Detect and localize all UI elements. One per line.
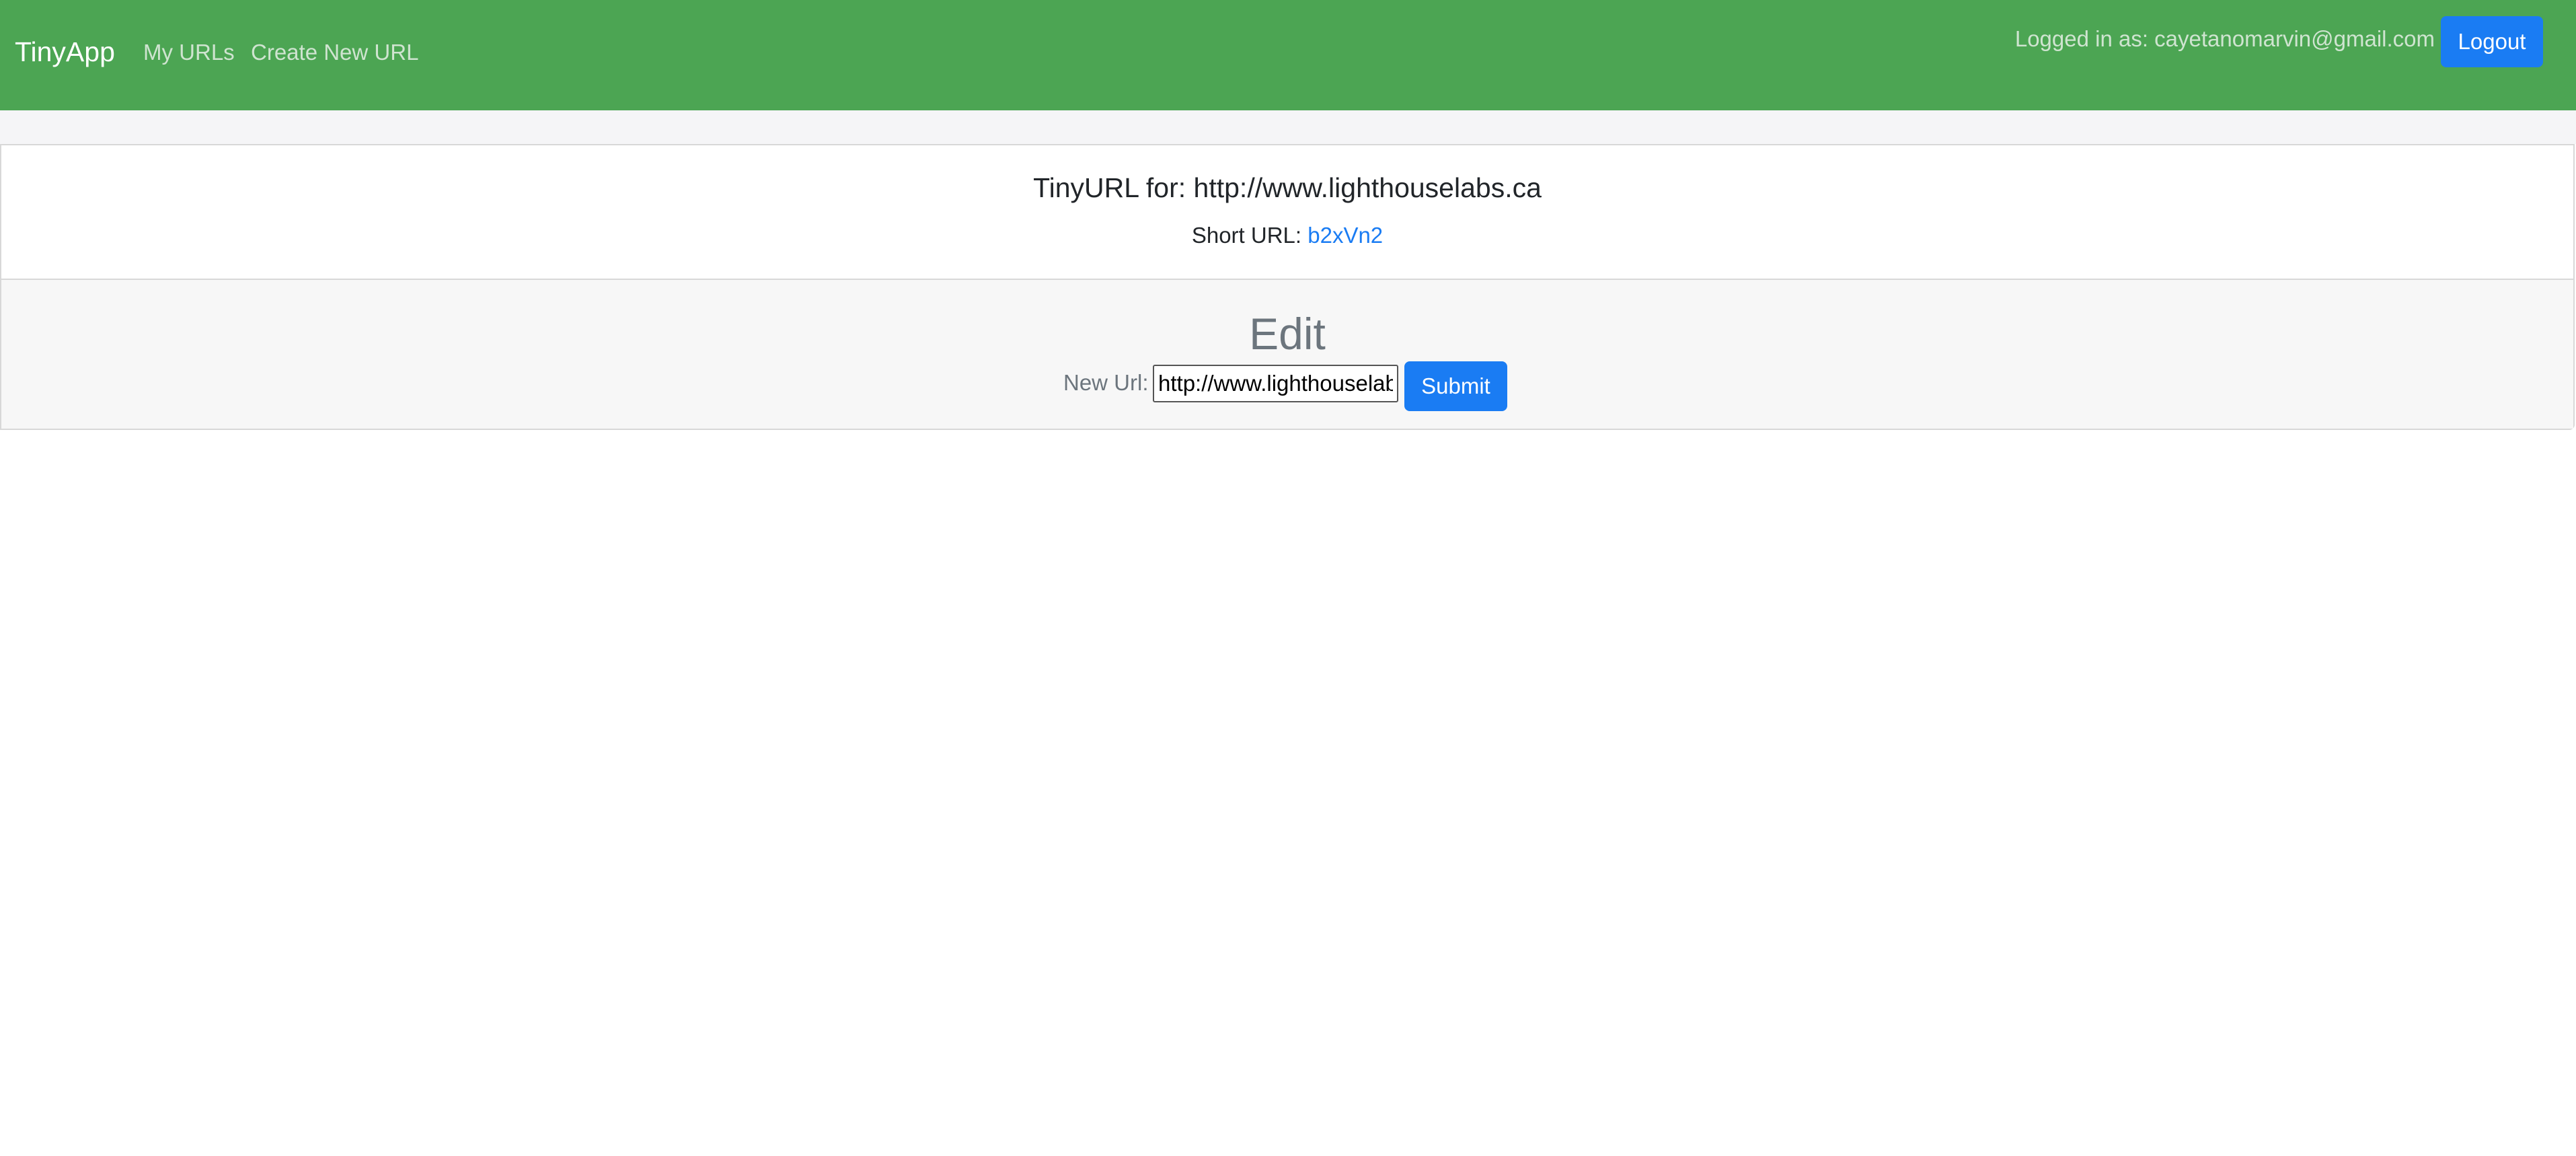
nav-link-create-new-url[interactable]: Create New URL <box>251 39 418 66</box>
short-url-label: Short URL: <box>1191 223 1308 248</box>
nav-link-my-urls[interactable]: My URLs <box>143 39 235 66</box>
url-card: TinyURL for: http://www.lighthouselabs.c… <box>0 144 2575 430</box>
navbar: TinyApp My URLs Create New URL Logged in… <box>0 0 2576 110</box>
card-title: TinyURL for: http://www.lighthouselabs.c… <box>1033 172 1542 203</box>
url-card-body: TinyURL for: http://www.lighthouselabs.c… <box>1 145 2573 280</box>
logged-in-user-text: Logged in as: cayetanomarvin@gmail.com <box>2014 26 2435 51</box>
logout-button[interactable]: Logout <box>2441 16 2543 67</box>
new-url-label: New Url: <box>1063 370 1149 395</box>
short-url-link[interactable]: b2xVn2 <box>1308 223 1383 248</box>
submit-button[interactable]: Submit <box>1404 361 1507 411</box>
page-spacer <box>0 110 2576 144</box>
edit-heading: Edit <box>1249 309 1326 359</box>
brand-link[interactable]: TinyApp <box>15 35 115 69</box>
edit-section: Edit New Url: Submit <box>1 280 2573 429</box>
new-url-input[interactable] <box>1153 365 1398 402</box>
short-url-line: Short URL: b2xVn2 <box>1 222 2573 249</box>
